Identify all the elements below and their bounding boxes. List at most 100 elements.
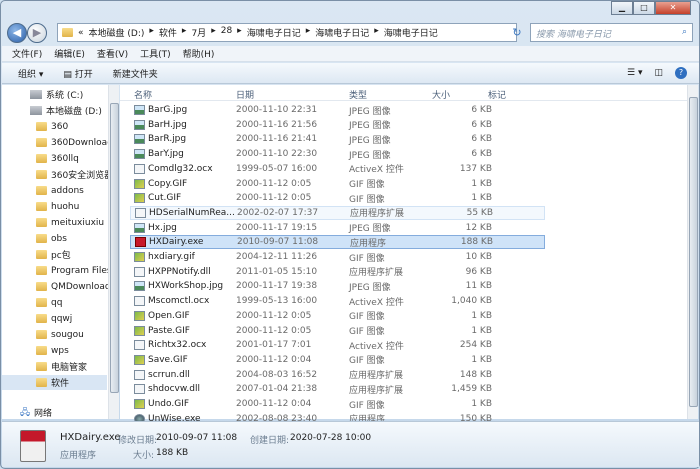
sidebar-item[interactable]: 360安全浏览器 xyxy=(2,167,109,182)
sidebar-item[interactable]: obs xyxy=(2,231,107,246)
column-type[interactable]: 类型 xyxy=(349,88,367,101)
file-row[interactable]: Richtx32.ocx 2001-01-17 7:01 ActiveX 控件 254… xyxy=(130,338,545,352)
breadcrumb-separator-icon[interactable]: ▸ xyxy=(149,26,154,39)
menu-tools[interactable]: 工具(T) xyxy=(140,47,171,60)
sidebar-scrollbar[interactable] xyxy=(108,85,119,419)
breadcrumb-item[interactable]: 软件 xyxy=(159,26,177,39)
file-list-scrollbar[interactable] xyxy=(687,85,698,419)
sidebar-item-label: 软件 xyxy=(51,379,70,389)
file-row[interactable]: hxdiary.gif 2004-12-11 11:26 GIF 图像 10 KB xyxy=(130,250,545,264)
sidebar-item[interactable]: Program Files xyxy=(2,263,109,278)
column-date[interactable]: 日期 xyxy=(236,88,254,101)
exe-file-icon xyxy=(135,237,146,248)
breadcrumb-separator-icon[interactable]: ▸ xyxy=(211,26,216,39)
breadcrumb-item[interactable]: 7月 xyxy=(191,26,206,39)
breadcrumb-separator-icon[interactable]: ▸ xyxy=(237,26,242,39)
sidebar-scroll-thumb[interactable] xyxy=(110,103,119,393)
file-type: JPEG 图像 xyxy=(349,224,391,235)
breadcrumb-separator-icon[interactable]: ▸ xyxy=(374,26,379,39)
file-row[interactable]: BarY.jpg 2000-11-10 22:30 JPEG 图像 6 KB xyxy=(130,147,545,161)
sidebar-item-label: 网络 xyxy=(34,409,53,419)
minimize-button[interactable]: ▁ xyxy=(611,1,633,15)
help-icon[interactable]: ? xyxy=(675,67,687,79)
details-pane: HXDairy.exe 应用程序 修改日期: 2010-09-07 11:08 … xyxy=(2,421,699,467)
file-date: 2000-11-12 0:05 xyxy=(236,178,312,189)
sidebar-item[interactable]: QMDownload xyxy=(2,279,109,294)
breadcrumb-separator-icon[interactable]: ▸ xyxy=(182,26,187,39)
sidebar-item[interactable]: huohu xyxy=(2,199,107,214)
sidebar-item[interactable]: wps xyxy=(2,343,107,358)
sidebar-item[interactable]: 电脑管家 xyxy=(2,359,107,374)
breadcrumb-item[interactable]: 本地磁盘 (D:) xyxy=(89,26,145,39)
file-row[interactable]: BarH.jpg 2000-11-16 21:56 JPEG 图像 6 KB xyxy=(130,118,545,132)
file-row[interactable]: Paste.GIF 2000-11-12 0:05 GIF 图像 1 KB xyxy=(130,324,545,338)
sidebar-item-network[interactable]: 🖧 网络 xyxy=(2,405,107,420)
open-button[interactable]: ▤ 打开 xyxy=(63,67,92,80)
file-row[interactable]: HDSerialNumRea... 2002-02-07 17:37 应用程序扩展 5… xyxy=(130,205,545,220)
file-type: JPEG 图像 xyxy=(349,135,391,146)
file-row[interactable]: HXWorkShop.jpg 2000-11-17 19:38 JPEG 图像 11 … xyxy=(130,279,545,293)
file-row[interactable]: Save.GIF 2000-11-12 0:04 GIF 图像 1 KB xyxy=(130,353,545,367)
forward-button[interactable]: ▶ xyxy=(27,23,47,43)
sidebar-item-label: 360安全浏览器 xyxy=(51,171,109,181)
file-row[interactable]: Comdlg32.ocx 1999-05-07 16:00 ActiveX 控件 13… xyxy=(130,162,545,176)
file-list: 名称 日期 类型 大小 标记 BarG.jpg 2000-11-10 22:31 J… xyxy=(120,85,687,425)
file-date: 2000-11-10 22:31 xyxy=(236,105,318,115)
folder-icon xyxy=(36,346,47,355)
breadcrumb-item[interactable]: 海啸电子日记 xyxy=(247,26,301,39)
breadcrumb-separator-icon[interactable]: ▸ xyxy=(306,26,311,39)
file-name: Hx.jpg xyxy=(148,222,177,233)
sidebar-item[interactable]: 系统 (C:) xyxy=(2,87,107,102)
file-list-scroll-thumb[interactable] xyxy=(689,97,698,407)
sidebar-item[interactable]: 360 xyxy=(2,119,107,134)
sidebar-item[interactable]: 软件 xyxy=(2,375,107,390)
file-row[interactable]: Mscomctl.ocx 1999-05-13 16:00 ActiveX 控件 1,… xyxy=(130,294,545,308)
address-bar[interactable]: « 本地磁盘 (D:) ▸ 软件 ▸ 7月 ▸ 28 ▸ 海啸电子日记 ▸ 海啸电子日记 ▸ 海啸电子日… xyxy=(57,23,517,42)
file-row[interactable]: scrrun.dll 2004-08-03 16:52 应用程序扩展 148 KB xyxy=(130,368,545,382)
folder-icon xyxy=(36,122,47,131)
gif-file-icon xyxy=(134,178,145,189)
file-row[interactable]: BarG.jpg 2000-11-10 22:31 JPEG 图像 6 KB xyxy=(130,103,545,117)
file-row[interactable]: shdocvw.dll 2007-01-04 21:38 应用程序扩展 1,459 K… xyxy=(130,382,545,396)
breadcrumb-item[interactable]: 海啸电子日记 xyxy=(384,26,438,39)
column-size[interactable]: 大小 xyxy=(432,88,450,101)
view-options-icon[interactable]: ☰ ▾ xyxy=(627,68,642,78)
file-row[interactable]: Open.GIF 2000-11-12 0:05 GIF 图像 1 KB xyxy=(130,309,545,323)
back-button[interactable]: ◀ xyxy=(7,23,27,43)
sidebar-item[interactable]: qqwj xyxy=(2,311,107,326)
file-row[interactable]: Hx.jpg 2000-11-17 19:15 JPEG 图像 12 KB xyxy=(130,221,545,235)
sidebar-item[interactable]: sougou xyxy=(2,327,107,342)
close-button[interactable]: ✕ xyxy=(655,1,691,15)
file-row[interactable]: Undo.GIF 2000-11-12 0:04 GIF 图像 1 KB xyxy=(130,397,545,411)
file-row[interactable]: BarR.jpg 2000-11-16 21:41 JPEG 图像 6 KB xyxy=(130,132,545,146)
search-input[interactable]: 搜索 海啸电子日记 ⌕ xyxy=(530,23,693,42)
refresh-icon[interactable]: ↻ xyxy=(507,23,527,42)
file-row[interactable]: HXDairy.exe 2010-09-07 11:08 应用程序 188 KB xyxy=(130,235,545,250)
sidebar-item[interactable]: meituxiuxiu xyxy=(2,215,107,230)
sidebar-item[interactable]: 本地磁盘 (D:) xyxy=(2,103,107,118)
sidebar-item[interactable]: addons xyxy=(2,183,107,198)
menu-help[interactable]: 帮助(H) xyxy=(183,47,215,60)
file-row[interactable]: Cut.GIF 2000-11-12 0:05 GIF 图像 1 KB xyxy=(130,191,545,205)
breadcrumb-item[interactable]: 28 xyxy=(221,26,232,39)
menu-edit[interactable]: 编辑(E) xyxy=(54,47,85,60)
preview-pane-icon[interactable]: ◫ xyxy=(654,68,663,78)
file-row[interactable]: Copy.GIF 2000-11-12 0:05 GIF 图像 1 KB xyxy=(130,177,545,191)
file-name: BarY.jpg xyxy=(148,149,184,160)
maximize-button[interactable]: □ xyxy=(633,1,655,15)
file-name: scrrun.dll xyxy=(148,369,190,380)
file-row[interactable]: HXPPNotify.dll 2011-01-05 15:10 应用程序扩展 96 K… xyxy=(130,265,545,279)
menu-view[interactable]: 查看(V) xyxy=(97,47,128,60)
sidebar-item[interactable]: pc包 xyxy=(2,247,107,262)
breadcrumb-item[interactable]: 海啸电子日记 xyxy=(315,26,369,39)
breadcrumb-overflow[interactable]: « xyxy=(78,28,84,38)
organize-button[interactable]: 组织 ▾ xyxy=(18,67,43,80)
sidebar-item[interactable]: qq xyxy=(2,295,107,310)
sidebar-item[interactable]: 360llq xyxy=(2,151,107,166)
menu-file[interactable]: 文件(F) xyxy=(12,47,42,60)
sidebar-item-label: huohu xyxy=(51,201,80,212)
new-folder-button[interactable]: 新建文件夹 xyxy=(113,67,158,80)
column-name[interactable]: 名称 xyxy=(134,88,152,101)
sidebar-item[interactable]: 360Downloads xyxy=(2,135,109,150)
column-tags[interactable]: 标记 xyxy=(488,88,506,101)
